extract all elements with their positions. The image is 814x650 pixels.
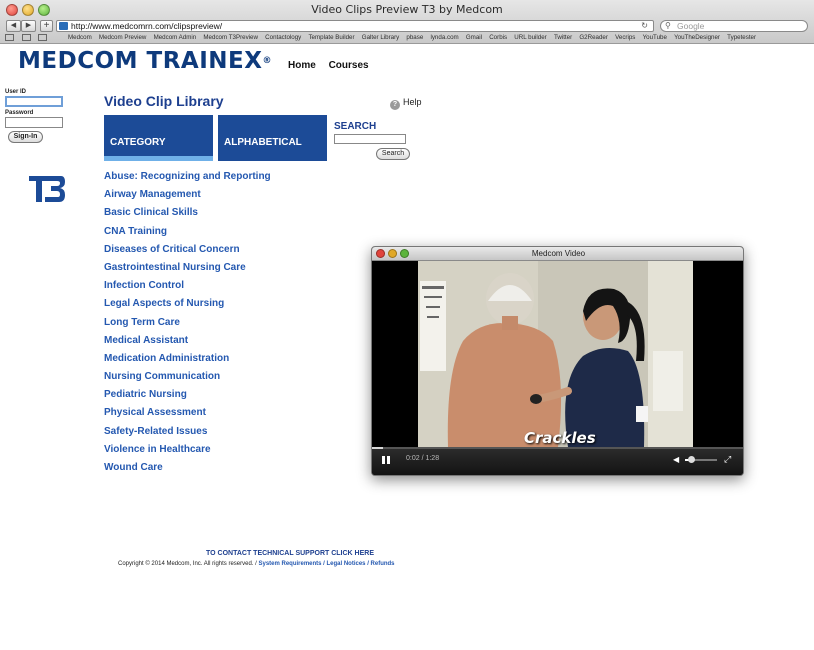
category-link[interactable]: Wound Care xyxy=(104,462,271,480)
bookmarks-icon[interactable] xyxy=(21,34,31,41)
bookmark-item[interactable]: Gmail xyxy=(466,33,482,43)
footer-links[interactable]: System Requirements / Legal Notices / Re… xyxy=(258,561,394,567)
bookmark-list: Medcom Medcom Preview Medcom Admin Medcom T… xyxy=(68,33,763,43)
title-bar: Video Clips Preview T3 by Medcom xyxy=(0,0,814,20)
window-title: Video Clips Preview T3 by Medcom xyxy=(311,3,503,16)
reload-icon[interactable]: ↻ xyxy=(641,21,648,31)
category-link[interactable]: Violence in Healthcare xyxy=(104,444,271,462)
bookmark-item[interactable]: URL builder xyxy=(514,33,546,43)
logo-text: MEDCOM TRAINEX xyxy=(18,48,263,74)
video-frame-image xyxy=(418,261,693,447)
navigation-toolbar: ◀ ▶ + http://www.medcomrn.com/clipsprevi… xyxy=(0,20,814,33)
registered-mark: ® xyxy=(262,56,272,66)
bookmark-item[interactable]: G2Reader xyxy=(579,33,608,43)
library-search-input[interactable] xyxy=(334,134,406,144)
bookmark-item[interactable]: Vecrips xyxy=(615,33,635,43)
video-caption: Crackles xyxy=(524,429,596,447)
category-link[interactable]: Medical Assistant xyxy=(104,335,271,353)
nav-home[interactable]: Home xyxy=(288,60,316,71)
favicon-icon xyxy=(59,22,68,30)
category-link[interactable]: Basic Clinical Skills xyxy=(104,207,271,225)
library-search: SEARCH Search xyxy=(334,121,414,160)
copyright-text: Copyright © 2014 Medcom, Inc. All rights… xyxy=(118,561,395,567)
password-field[interactable] xyxy=(5,117,63,128)
browser-chrome: Video Clips Preview T3 by Medcom ◀ ▶ + h… xyxy=(0,0,814,44)
pause-icon[interactable] xyxy=(382,456,390,464)
progress-track[interactable] xyxy=(372,447,743,449)
top-navigation: Home Courses xyxy=(288,60,379,71)
category-link[interactable]: Abuse: Recognizing and Reporting xyxy=(104,171,271,189)
progress-fill xyxy=(372,447,384,449)
category-link[interactable]: Infection Control xyxy=(104,280,271,298)
nav-courses[interactable]: Courses xyxy=(329,60,369,71)
video-window: Medcom Video Crackles 0:02 / 1:28 ◀ ⤢ xyxy=(371,246,744,476)
category-link[interactable]: Long Term Care xyxy=(104,317,271,335)
browser-search-placeholder: Google xyxy=(677,21,705,31)
fullscreen-icon[interactable]: ⤢ xyxy=(724,454,731,465)
bookmark-item[interactable]: Medcom Admin xyxy=(154,33,197,43)
volume-knob[interactable] xyxy=(688,456,696,463)
video-window-title: Medcom Video xyxy=(531,249,586,258)
search-title: SEARCH xyxy=(334,121,377,132)
bookmark-item[interactable]: Typetester xyxy=(727,33,756,43)
address-bar-url: http://www.medcomrn.com/clipspreview/ xyxy=(71,21,223,31)
bookmark-item[interactable]: Medcom xyxy=(68,33,92,43)
bookmark-item[interactable]: YouTube xyxy=(643,33,667,43)
bookmark-item[interactable]: Medcom Preview xyxy=(99,33,146,43)
user-id-label: User ID xyxy=(5,89,27,95)
video-controls: 0:02 / 1:28 ◀ ⤢ xyxy=(372,447,743,475)
copyright-label: Copyright © 2014 Medcom, Inc. All rights… xyxy=(118,561,259,567)
tab-alphabetical[interactable]: ALPHABETICAL xyxy=(218,115,327,161)
forward-button[interactable]: ▶ xyxy=(21,20,36,32)
password-label: Password xyxy=(5,110,34,116)
sign-in-button[interactable]: Sign-In xyxy=(8,131,43,143)
add-bookmark-button[interactable]: + xyxy=(40,20,53,32)
bookmark-item[interactable]: Galter Library xyxy=(362,33,399,43)
bookmarks-bar: Medcom Medcom Preview Medcom Admin Medcom T… xyxy=(0,33,814,44)
top-sites-grid-icon[interactable] xyxy=(38,34,48,41)
time-readout: 0:02 / 1:28 xyxy=(406,455,440,462)
help-icon: ? xyxy=(390,100,400,110)
category-link[interactable]: Physical Assessment xyxy=(104,407,271,425)
video-player[interactable]: Crackles 0:02 / 1:28 ◀ ⤢ xyxy=(372,261,743,475)
search-button[interactable]: Search xyxy=(376,148,410,160)
login-form: User ID Password Sign-In xyxy=(5,89,65,143)
category-link[interactable]: Nursing Communication xyxy=(104,371,271,389)
user-id-field[interactable] xyxy=(5,96,63,107)
bookmark-item[interactable]: pbase xyxy=(406,33,423,43)
category-link[interactable]: Airway Management xyxy=(104,189,271,207)
help-link[interactable]: ? Help xyxy=(390,97,422,110)
bookmark-item[interactable]: Template Builder xyxy=(308,33,354,43)
page-title: Video Clip Library xyxy=(104,93,224,109)
search-icon: ⚲ xyxy=(665,21,671,30)
help-label: Help xyxy=(403,97,422,107)
bookmark-item[interactable]: Contactology xyxy=(265,33,301,43)
browser-search-field[interactable]: ⚲ Google xyxy=(660,20,808,32)
tech-support-link[interactable]: TO CONTACT TECHNICAL SUPPORT CLICK HERE xyxy=(206,550,374,557)
tab-category[interactable]: CATEGORY xyxy=(104,115,213,161)
bookmark-item[interactable]: YouTheDesigner xyxy=(674,33,720,43)
volume-icon[interactable]: ◀ xyxy=(673,455,679,464)
address-bar[interactable]: http://www.medcomrn.com/clipspreview/ ↻ xyxy=(56,20,654,32)
bookmark-item[interactable]: lynda.com xyxy=(430,33,458,43)
bookmark-item[interactable]: Medcom T3Preview xyxy=(203,33,258,43)
category-link[interactable]: Pediatric Nursing xyxy=(104,389,271,407)
category-link[interactable]: Diseases of Critical Concern xyxy=(104,244,271,262)
bookmark-item[interactable]: Twitter xyxy=(554,33,572,43)
reading-list-icon[interactable] xyxy=(5,34,14,41)
back-button[interactable]: ◀ xyxy=(6,20,21,32)
medcom-trainex-logo[interactable]: MEDCOM TRAINEX® xyxy=(18,48,272,74)
bookmark-item[interactable]: Corbis xyxy=(489,33,507,43)
volume-slider[interactable] xyxy=(685,456,717,463)
category-link[interactable]: Safety-Related Issues xyxy=(104,426,271,444)
t3-logo-icon xyxy=(29,176,65,202)
video-title-bar[interactable]: Medcom Video xyxy=(372,247,743,261)
category-link[interactable]: Gastrointestinal Nursing Care xyxy=(104,262,271,280)
category-link[interactable]: Legal Aspects of Nursing xyxy=(104,298,271,316)
category-list: Abuse: Recognizing and Reporting Airway M… xyxy=(104,171,271,480)
category-link[interactable]: CNA Training xyxy=(104,226,271,244)
category-link[interactable]: Medication Administration xyxy=(104,353,271,371)
